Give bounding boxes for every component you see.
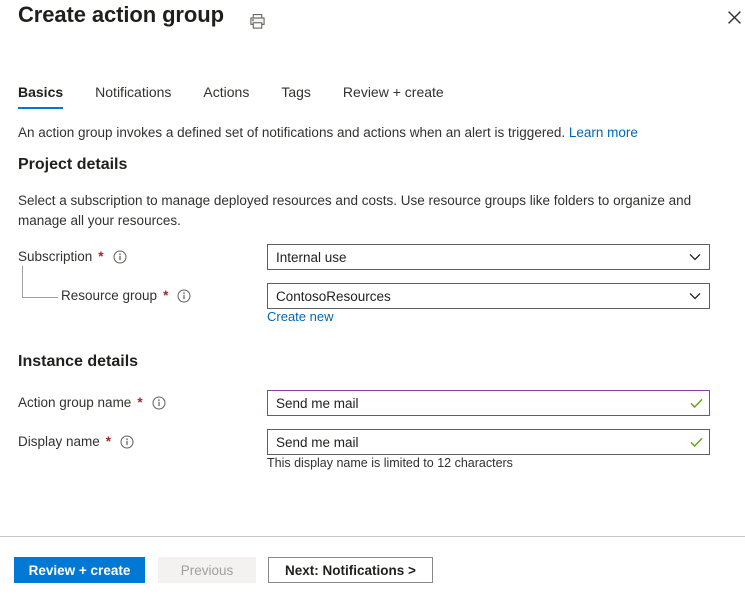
- subscription-value: Internal use: [276, 249, 347, 265]
- display-name-label-text: Display name: [18, 434, 100, 449]
- display-name-helper-text: This display name is limited to 12 chara…: [267, 456, 513, 470]
- action-group-name-label-text: Action group name: [18, 395, 132, 410]
- next-notifications-button[interactable]: Next: Notifications >: [268, 557, 433, 583]
- blade-header: Create action group: [0, 0, 745, 46]
- action-group-name-label: Action group name *: [18, 395, 166, 410]
- project-details-description: Select a subscription to manage deployed…: [18, 193, 692, 228]
- display-name-required-marker: *: [105, 434, 112, 449]
- checkmark-icon: [683, 437, 709, 448]
- project-details-heading: Project details: [18, 156, 128, 173]
- subscription-required-marker: *: [98, 249, 104, 264]
- chevron-down-icon: [681, 292, 709, 300]
- create-new-resource-group-link[interactable]: Create new: [267, 309, 333, 324]
- tab-notifications-label: Notifications: [95, 84, 172, 100]
- page-title: Create action group: [18, 2, 224, 27]
- previous-button: Previous: [158, 557, 256, 583]
- action-group-name-value: Send me mail: [276, 395, 359, 411]
- tab-tags-label: Tags: [281, 84, 311, 100]
- checkmark-icon: [683, 398, 709, 409]
- subscription-label-text: Subscription: [18, 249, 93, 264]
- tab-notifications[interactable]: Notifications: [79, 84, 187, 109]
- display-name-value: Send me mail: [276, 434, 359, 450]
- tab-actions[interactable]: Actions: [187, 84, 265, 109]
- subscription-info-icon[interactable]: [113, 250, 127, 264]
- chevron-down-icon: [681, 253, 709, 261]
- resource-group-tree-connector: [22, 266, 58, 298]
- tab-review-create[interactable]: Review + create: [327, 84, 460, 109]
- intro-description: An action group invokes a defined set of…: [18, 125, 566, 140]
- intro-text: An action group invokes a defined set of…: [18, 125, 638, 140]
- tab-tags[interactable]: Tags: [265, 84, 327, 109]
- printer-icon[interactable]: [247, 11, 267, 31]
- resource-group-label-text: Resource group: [61, 288, 158, 303]
- subscription-dropdown[interactable]: Internal use: [267, 244, 710, 270]
- resource-group-dropdown[interactable]: ContosoResources: [267, 283, 710, 309]
- resource-group-required-marker: *: [163, 288, 169, 303]
- review-create-button[interactable]: Review + create: [14, 557, 145, 583]
- subscription-label: Subscription *: [18, 249, 127, 264]
- tab-basics-label: Basics: [18, 84, 64, 100]
- tab-review-create-label: Review + create: [342, 84, 444, 100]
- display-name-input[interactable]: Send me mail: [267, 429, 710, 455]
- resource-group-label: Resource group *: [61, 288, 191, 303]
- close-icon[interactable]: [723, 6, 745, 28]
- resource-group-info-icon[interactable]: [177, 289, 191, 303]
- resource-group-value: ContosoResources: [276, 288, 391, 304]
- learn-more-link[interactable]: Learn more: [569, 125, 638, 140]
- blade-footer: Review + create Previous Next: Notificat…: [0, 537, 745, 594]
- tab-basics[interactable]: Basics: [18, 84, 79, 109]
- action-group-name-required-marker: *: [137, 395, 143, 410]
- tab-actions-label: Actions: [203, 84, 250, 100]
- instance-details-heading: Instance details: [18, 353, 139, 370]
- action-group-name-input[interactable]: Send me mail: [267, 390, 710, 416]
- display-name-info-icon[interactable]: [120, 435, 134, 449]
- action-group-name-info-icon[interactable]: [152, 396, 166, 410]
- tab-bar: Basics Notifications Actions Tags Review…: [18, 84, 460, 109]
- create-action-group-blade: Create action group Basics Notifications…: [0, 0, 745, 594]
- display-name-label: Display name *: [18, 434, 134, 449]
